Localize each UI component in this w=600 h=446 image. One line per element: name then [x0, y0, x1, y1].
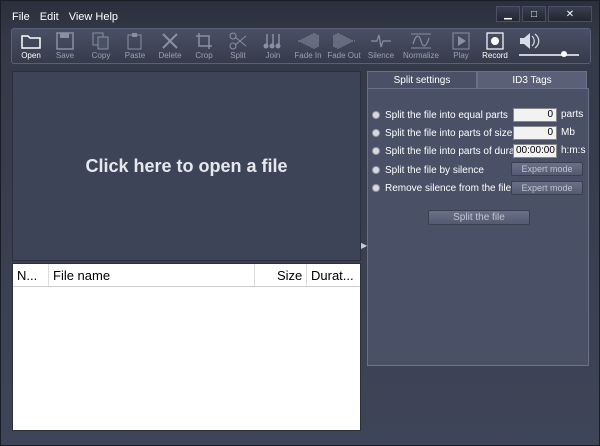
option-remove-silence[interactable]: Remove silence from the file: [372, 180, 511, 196]
open-label: Open: [21, 51, 41, 60]
radio-split-by-silence[interactable]: [372, 166, 380, 174]
tab-id3-tags[interactable]: ID3 Tags: [477, 71, 587, 88]
minimize-icon: ▁: [504, 8, 512, 20]
equal-parts-label: Split the file into equal parts: [385, 109, 508, 121]
size-input[interactable]: 0: [513, 126, 557, 140]
normalize-button[interactable]: Normalize: [403, 31, 440, 63]
paste-label: Paste: [124, 51, 146, 60]
menu-file[interactable]: File: [7, 11, 35, 23]
split-button[interactable]: Split: [221, 31, 255, 63]
join-label: Join: [265, 51, 281, 60]
menu-edit[interactable]: Edit: [35, 11, 64, 23]
fade-out-label: Fade Out: [327, 51, 361, 60]
equal-parts-unit: parts: [561, 109, 584, 120]
record-label: Record: [482, 51, 508, 60]
split-label: Split: [230, 51, 246, 60]
close-icon: ✕: [565, 8, 575, 20]
menu-view-help[interactable]: View Help: [64, 11, 123, 23]
save-button[interactable]: Save: [48, 31, 82, 63]
table-header: N... File name Size Durat...: [13, 264, 360, 287]
size-unit: Mb: [561, 127, 575, 138]
option-duration[interactable]: Split the file into parts of dura: [372, 143, 515, 159]
silence-label: Silence: [367, 51, 395, 60]
volume-slider-track[interactable]: [519, 54, 579, 56]
crop-label: Crop: [195, 51, 213, 60]
volume-slider-thumb[interactable]: [561, 51, 567, 57]
volume-control[interactable]: [517, 32, 587, 62]
column-header-duration[interactable]: Durat...: [307, 264, 360, 286]
expert-mode-silence-button[interactable]: Expert mode: [511, 162, 583, 176]
close-button[interactable]: ✕: [548, 6, 592, 22]
fade-in-button[interactable]: Fade In: [291, 31, 325, 63]
option-equal-parts[interactable]: Split the file into equal parts: [372, 107, 508, 123]
window-controls: ▁ □ ✕: [496, 6, 592, 22]
silence-button[interactable]: Silence: [364, 31, 398, 63]
fade-out-button[interactable]: Fade Out: [327, 31, 361, 63]
maximize-icon: □: [530, 8, 538, 20]
app-window: File Edit View Help ▁ □ ✕ Open Save Copy…: [0, 0, 600, 446]
toolbar: Open Save Copy Paste Delete Crop Split J…: [11, 28, 591, 64]
speaker-icon: [520, 33, 540, 49]
copy-icon: [90, 31, 112, 51]
open-button[interactable]: Open: [14, 31, 48, 63]
paste-button[interactable]: Paste: [118, 31, 152, 63]
maximize-button[interactable]: □: [522, 6, 546, 22]
remove-silence-label: Remove silence from the file: [385, 182, 512, 194]
radio-equal-parts[interactable]: [372, 111, 380, 119]
normalize-label: Normalize: [403, 51, 440, 60]
play-label: Play: [453, 51, 469, 60]
radio-duration[interactable]: [372, 147, 380, 155]
radio-remove-silence[interactable]: [372, 184, 380, 192]
duration-unit: h:m:s: [561, 145, 586, 156]
duration-input[interactable]: 00:00:00: [513, 144, 557, 158]
radio-size[interactable]: [372, 129, 380, 137]
copy-label: Copy: [91, 51, 111, 60]
delete-button[interactable]: Delete: [153, 31, 187, 63]
delete-icon: [159, 31, 181, 51]
record-icon: [484, 31, 506, 51]
tab-split-settings[interactable]: Split settings: [367, 71, 477, 88]
split-settings-panel: Split the file into equal parts 0 parts …: [367, 88, 589, 366]
crop-button[interactable]: Crop: [187, 31, 221, 63]
join-icon: [262, 31, 284, 51]
fade-in-icon: [297, 31, 319, 51]
duration-label: Split the file into parts of dura: [385, 145, 515, 157]
split-by-silence-label: Split the file by silence: [385, 164, 484, 176]
join-button[interactable]: Join: [256, 31, 290, 63]
expert-mode-remove-silence-button[interactable]: Expert mode: [511, 181, 583, 195]
folder-icon: [20, 31, 42, 51]
menu-bar: File Edit View Help: [7, 7, 123, 27]
settings-tabs: Split settings ID3 Tags: [367, 71, 587, 88]
open-file-prompt: Click here to open a file: [85, 155, 288, 176]
delete-label: Delete: [158, 51, 182, 60]
copy-button[interactable]: Copy: [84, 31, 118, 63]
silence-icon: [370, 31, 392, 51]
equal-parts-input[interactable]: 0: [513, 108, 557, 122]
fade-in-label: Fade In: [294, 51, 322, 60]
column-header-number[interactable]: N...: [13, 264, 49, 286]
paste-icon: [124, 31, 146, 51]
open-file-area[interactable]: Click here to open a file: [12, 71, 361, 261]
normalize-icon: [410, 31, 432, 51]
split-file-button[interactable]: Split the file: [428, 210, 530, 225]
option-split-by-silence[interactable]: Split the file by silence: [372, 162, 484, 178]
file-list-table[interactable]: N... File name Size Durat...: [12, 263, 361, 431]
size-label: Split the file into parts of size: [385, 127, 513, 139]
record-button[interactable]: Record: [478, 31, 512, 63]
column-header-size[interactable]: Size: [255, 264, 307, 286]
save-label: Save: [55, 51, 75, 60]
minimize-button[interactable]: ▁: [496, 6, 520, 22]
floppy-icon: [54, 31, 76, 51]
scissors-icon: [227, 31, 249, 51]
fade-out-icon: [333, 31, 355, 51]
play-icon: [450, 31, 472, 51]
option-size[interactable]: Split the file into parts of size: [372, 125, 512, 141]
crop-icon: [193, 31, 215, 51]
play-button[interactable]: Play: [444, 31, 478, 63]
column-header-file-name[interactable]: File name: [49, 264, 255, 286]
